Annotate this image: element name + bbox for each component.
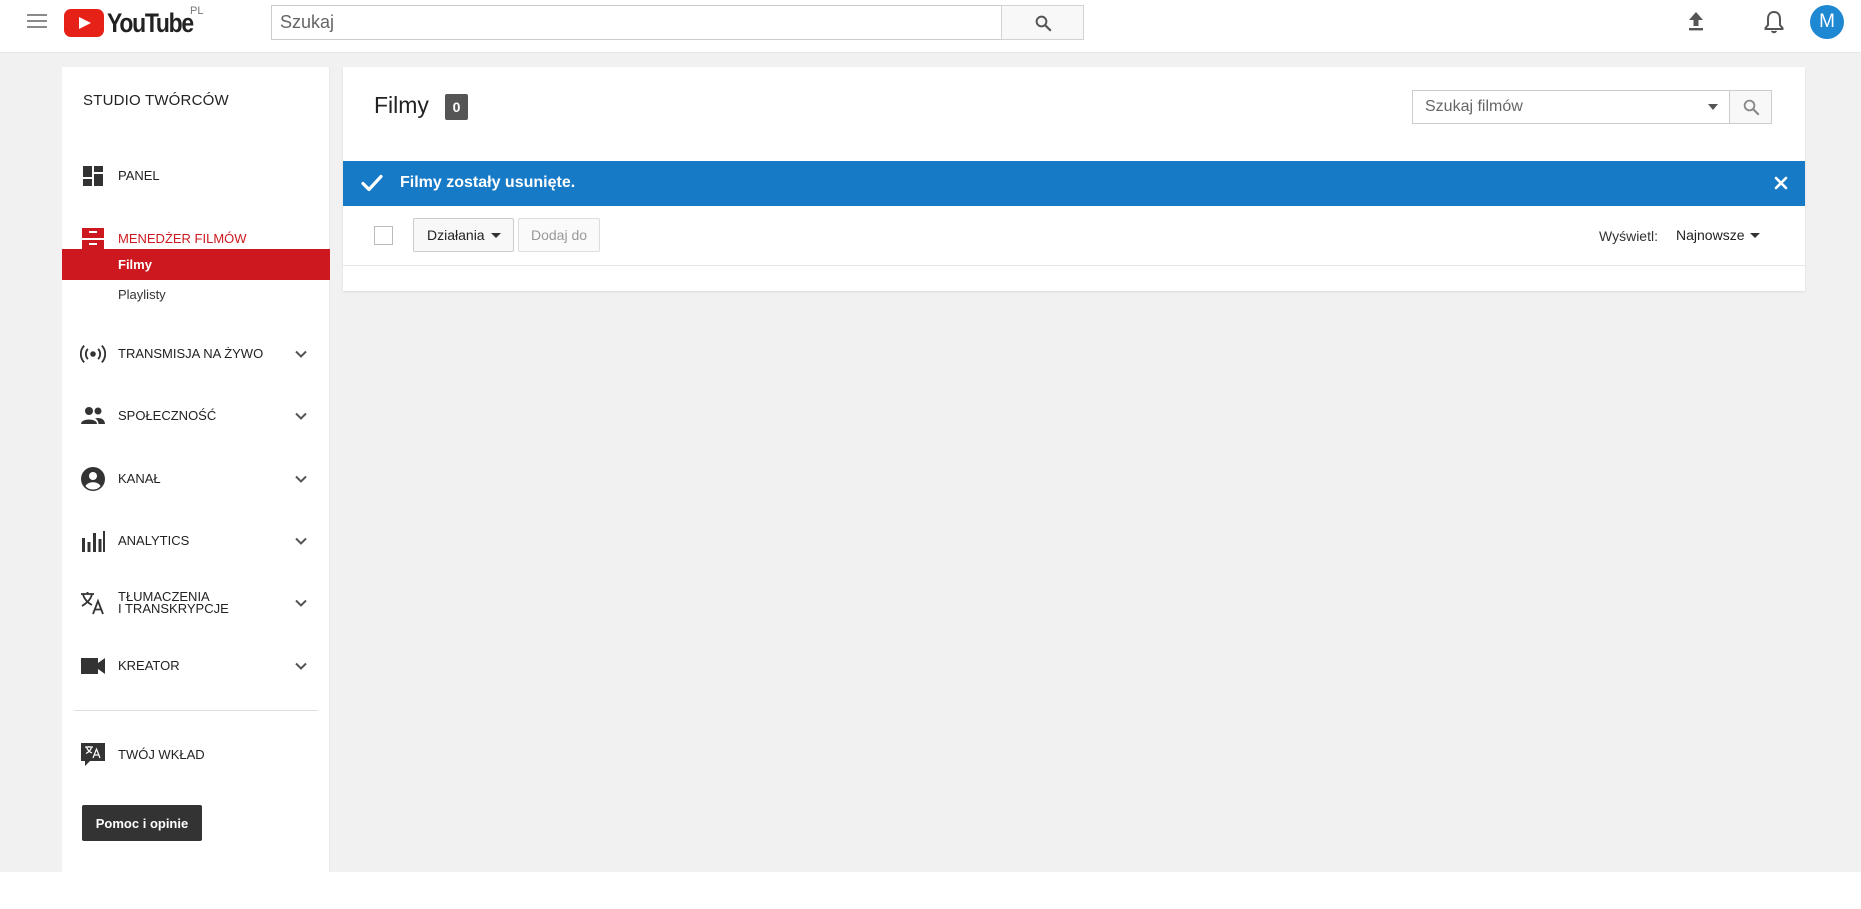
chevron-down-icon[interactable] xyxy=(294,472,308,486)
dashboard-icon xyxy=(80,163,106,189)
sidebar-item-creator[interactable]: KREATOR xyxy=(62,646,330,686)
channel-icon xyxy=(80,466,106,492)
sidebar-subitem-videos[interactable]: Filmy xyxy=(62,249,330,280)
videos-toolbar: Działania Dodaj do Wyświetl: Najnowsze xyxy=(343,206,1805,266)
actions-label: Działania xyxy=(427,227,485,243)
search-button[interactable] xyxy=(1001,5,1084,40)
avatar[interactable]: M xyxy=(1810,5,1844,39)
chevron-down-icon[interactable] xyxy=(294,596,308,610)
sidebar: STUDIO TWÓRCÓW PANEL MENEDŻER FILMÓW Fil… xyxy=(62,67,330,872)
page-title: Filmy xyxy=(374,92,429,118)
sort-value: Najnowsze xyxy=(1676,227,1745,243)
video-search-button[interactable] xyxy=(1729,90,1772,124)
select-all-checkbox[interactable] xyxy=(374,226,393,245)
contribution-icon xyxy=(80,742,106,768)
sidebar-item-label: MENEDŻER FILMÓW xyxy=(118,231,247,246)
top-bar: YouTube PL M xyxy=(0,0,1861,53)
upload-icon[interactable] xyxy=(1684,9,1708,33)
search-input[interactable] xyxy=(271,5,1002,40)
sidebar-item-label: KREATOR xyxy=(118,658,180,673)
check-icon xyxy=(361,174,383,192)
sidebar-item-label: TŁUMACZENIA I TRANSKRYPCJE xyxy=(118,590,229,616)
view-label: Wyświetl: xyxy=(1599,228,1658,244)
sidebar-item-label: PANEL xyxy=(118,168,160,183)
menu-icon[interactable] xyxy=(27,14,47,30)
help-feedback-button[interactable]: Pomoc i opinie xyxy=(82,805,202,841)
deletion-notice-banner: Filmy zostały usunięte. xyxy=(343,161,1805,206)
live-broadcast-icon xyxy=(80,341,106,367)
add-to-button[interactable]: Dodaj do xyxy=(518,218,600,252)
sidebar-item-label: SPOŁECZNOŚĆ xyxy=(118,408,217,423)
youtube-play-icon xyxy=(64,9,104,37)
country-code: PL xyxy=(190,5,204,17)
caret-down-icon xyxy=(490,232,501,238)
chevron-down-icon[interactable] xyxy=(294,534,308,548)
creator-camera-icon xyxy=(80,653,106,679)
community-icon xyxy=(80,403,106,429)
video-search-input[interactable] xyxy=(1412,90,1730,124)
sidebar-item-label: TWÓJ WKŁAD xyxy=(118,747,205,762)
sidebar-item-label: ANALYTICS xyxy=(118,533,190,548)
subitem-label: Filmy xyxy=(118,257,152,272)
sidebar-item-community[interactable]: SPOŁECZNOŚĆ xyxy=(62,396,330,436)
sidebar-item-channel[interactable]: KANAŁ xyxy=(62,459,330,499)
notice-text: Filmy zostały usunięte. xyxy=(400,174,576,191)
close-icon[interactable] xyxy=(1773,175,1789,191)
sort-dropdown[interactable]: Najnowsze xyxy=(1676,227,1761,243)
content-panel: Filmy 0 Filmy zostały usunięte. Działani… xyxy=(343,67,1805,291)
chevron-down-icon[interactable] xyxy=(294,659,308,673)
analytics-icon xyxy=(80,528,106,554)
sidebar-item-panel[interactable]: PANEL xyxy=(62,156,330,196)
search-icon xyxy=(1743,99,1759,116)
youtube-logo[interactable]: YouTube xyxy=(64,8,208,38)
sidebar-subitem-playlists[interactable]: Playlisty xyxy=(62,279,330,310)
translate-icon xyxy=(80,590,106,616)
caret-down-icon xyxy=(1750,232,1761,238)
sidebar-title: STUDIO TWÓRCÓW xyxy=(83,92,229,109)
chevron-down-icon[interactable] xyxy=(294,347,308,361)
sidebar-item-analytics[interactable]: ANALYTICS xyxy=(62,521,330,561)
search-filter-dropdown-icon[interactable] xyxy=(1708,104,1718,110)
logo-text: YouTube xyxy=(107,7,194,38)
sidebar-item-your-contribution[interactable]: TWÓJ WKŁAD xyxy=(62,735,330,775)
video-count-badge: 0 xyxy=(445,94,468,120)
sidebar-item-label: TRANSMISJA NA ŻYWO xyxy=(118,346,264,361)
label-line-2: I TRANSKRYPCJE xyxy=(118,601,229,616)
sidebar-item-live[interactable]: TRANSMISJA NA ŻYWO xyxy=(62,334,330,374)
chevron-down-icon[interactable] xyxy=(294,409,308,423)
sidebar-divider xyxy=(74,710,318,711)
sidebar-item-translations[interactable]: TŁUMACZENIA I TRANSKRYPCJE xyxy=(62,583,330,623)
bell-icon[interactable] xyxy=(1762,9,1786,35)
actions-dropdown-button[interactable]: Działania xyxy=(413,218,514,252)
subitem-label: Playlisty xyxy=(118,287,166,302)
sidebar-item-label: KANAŁ xyxy=(118,471,161,486)
search-icon xyxy=(1035,15,1051,31)
